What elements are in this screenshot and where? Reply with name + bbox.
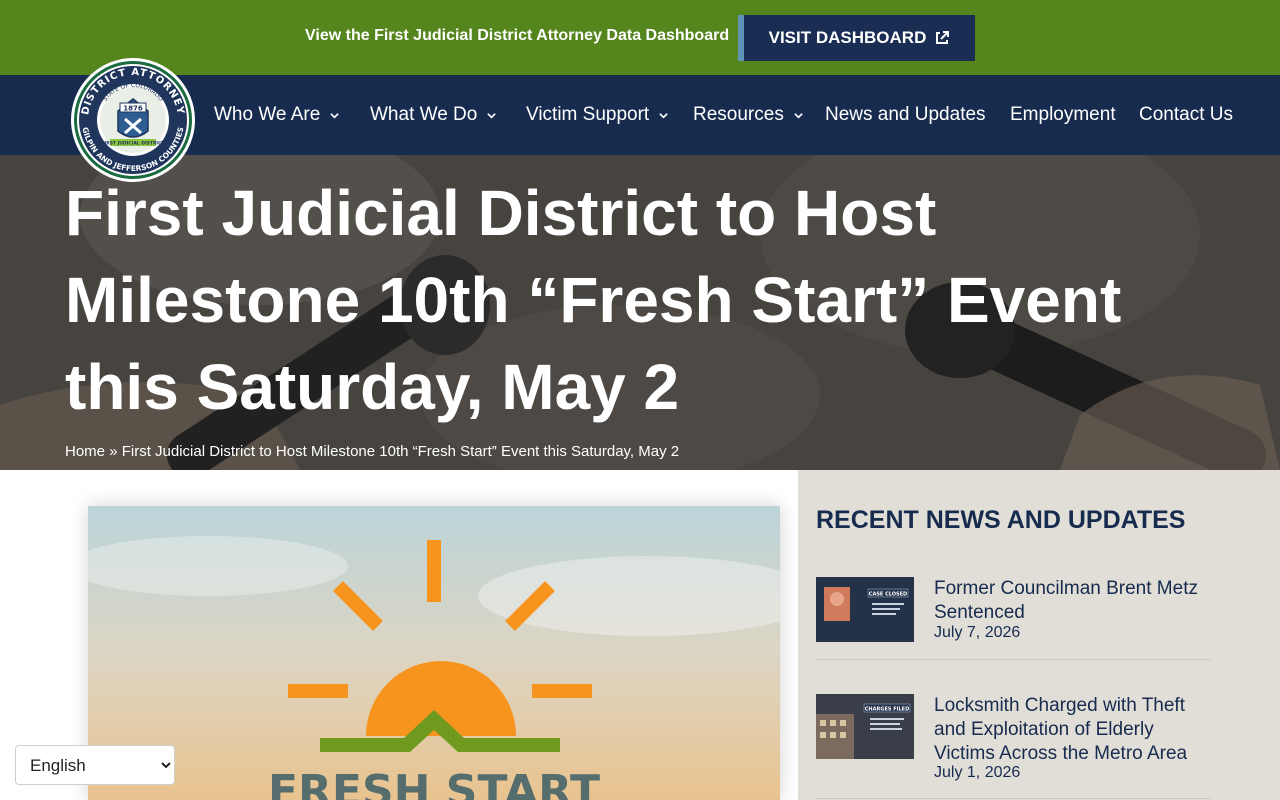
nav-label: News and Updates — [825, 104, 986, 125]
case-closed-thumbnail: CASE CLOSED — [816, 577, 914, 642]
news-thumbnail[interactable]: CHARGES FILED — [816, 694, 914, 759]
breadcrumb: Home » First Judicial District to Host M… — [65, 443, 679, 460]
nav-contact-us[interactable]: Contact Us — [1139, 104, 1233, 126]
news-item[interactable]: CASE CLOSED Former Councilman Brent Metz… — [816, 577, 1210, 660]
page-title: First Judicial District to Host Mileston… — [65, 177, 1122, 423]
visit-dashboard-button[interactable]: VISIT DASHBOARD — [738, 15, 975, 61]
news-title-link[interactable]: Locksmith Charged with Theft and Exploit… — [934, 694, 1204, 766]
nav-label: Victim Support — [526, 104, 650, 125]
nav-who-we-are[interactable]: Who We Are — [214, 104, 340, 126]
breadcrumb-home-link[interactable]: Home — [65, 443, 105, 460]
nav-employment[interactable]: Employment — [1010, 104, 1116, 126]
news-item[interactable]: CHARGES FILED Locksmith Charged with The… — [816, 694, 1210, 799]
chevron-down-icon — [487, 112, 497, 119]
nav-resources[interactable]: Resources — [693, 104, 804, 126]
nav-news-and-updates[interactable]: News and Updates — [825, 104, 986, 126]
nav-what-we-do[interactable]: What We Do — [370, 104, 497, 126]
language-select[interactable]: English — [15, 745, 175, 785]
recent-news-heading: RECENT NEWS AND UPDATES — [816, 506, 1186, 534]
breadcrumb-separator: » — [109, 443, 118, 460]
news-date: July 1, 2026 — [934, 764, 1021, 781]
news-title-link[interactable]: Former Councilman Brent Metz Sentenced — [934, 577, 1204, 625]
fresh-start-text: FRESH START — [268, 766, 600, 800]
visit-dashboard-label: VISIT DASHBOARD — [768, 28, 927, 47]
breadcrumb-current: First Judicial District to Host Mileston… — [121, 443, 680, 460]
banner-text: View the First Judicial District Attorne… — [305, 27, 730, 44]
chevron-down-icon — [330, 112, 340, 119]
fresh-start-graphic: FRESH START — [88, 506, 780, 800]
svg-text:1876: 1876 — [123, 105, 143, 113]
nav-label: Employment — [1010, 104, 1116, 125]
news-date: July 7, 2026 — [934, 624, 1021, 641]
svg-text:CHARGES FILED: CHARGES FILED — [865, 707, 909, 713]
svg-text:CASE CLOSED: CASE CLOSED — [869, 592, 907, 598]
news-thumbnail[interactable]: CASE CLOSED — [816, 577, 914, 642]
district-attorney-logo[interactable]: DISTRICT ATTORNEY GILPIN AND JEFFERSON C… — [70, 57, 196, 183]
chevron-down-icon — [794, 112, 803, 119]
svg-text:FIRST JUDICIAL DISTRICT: FIRST JUDICIAL DISTRICT — [102, 141, 166, 147]
nav-label: Who We Are — [214, 104, 321, 125]
nav-label: What We Do — [370, 104, 478, 125]
nav-label: Contact Us — [1139, 104, 1233, 125]
external-link-icon — [936, 31, 950, 44]
fresh-start-feature-image: FRESH START — [88, 506, 780, 800]
charges-filed-thumbnail: CHARGES FILED — [816, 694, 914, 759]
chevron-down-icon — [659, 112, 668, 119]
nav-victim-support[interactable]: Victim Support — [526, 104, 669, 126]
nav-label: Resources — [693, 104, 784, 125]
